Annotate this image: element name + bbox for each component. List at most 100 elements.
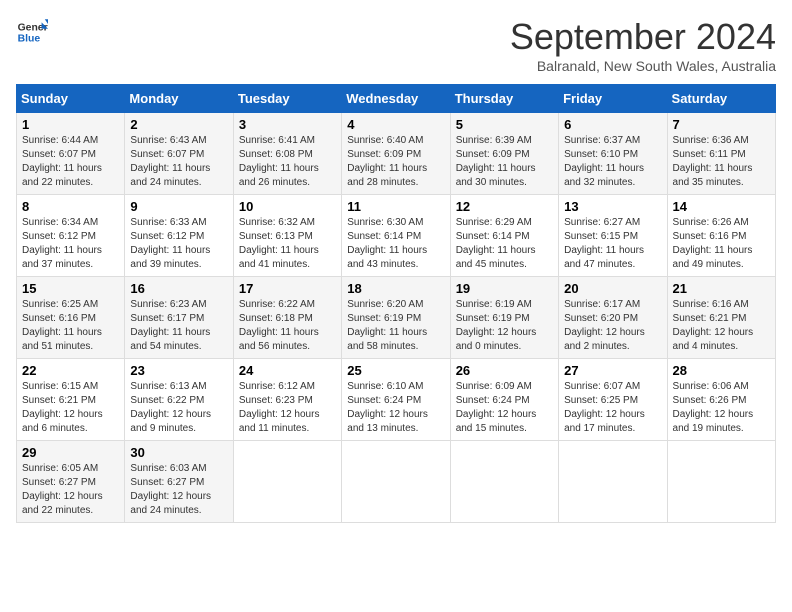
day-number: 21 — [673, 281, 770, 296]
day-number: 22 — [22, 363, 119, 378]
day-info: Sunrise: 6:15 AMSunset: 6:21 PMDaylight:… — [22, 380, 119, 436]
day-number: 9 — [130, 199, 227, 214]
calendar-week-row: 8 Sunrise: 6:34 AMSunset: 6:12 PMDaylight… — [17, 195, 776, 277]
day-number: 20 — [564, 281, 661, 296]
calendar-cell: 15 Sunrise: 6:25 AMSunset: 6:16 PMDayligh… — [17, 277, 125, 359]
day-info: Sunrise: 6:20 AMSunset: 6:19 PMDaylight:… — [347, 298, 444, 354]
day-number: 26 — [456, 363, 553, 378]
day-number: 17 — [239, 281, 336, 296]
calendar-cell: 17 Sunrise: 6:22 AMSunset: 6:18 PMDayligh… — [233, 277, 341, 359]
header-saturday: Saturday — [667, 85, 775, 113]
day-number: 10 — [239, 199, 336, 214]
header: General Blue September 2024 Balranald, N… — [16, 16, 776, 74]
calendar-cell: 5Sunrise: 6:39 AMSunset: 6:09 PMDaylight… — [450, 113, 558, 195]
header-wednesday: Wednesday — [342, 85, 450, 113]
day-number: 11 — [347, 199, 444, 214]
calendar-cell: 26 Sunrise: 6:09 AMSunset: 6:24 PMDayligh… — [450, 359, 558, 441]
day-info: Sunrise: 6:40 AMSunset: 6:09 PMDaylight:… — [347, 134, 444, 190]
day-info: Sunrise: 6:37 AMSunset: 6:10 PMDaylight:… — [564, 134, 661, 190]
day-info: Sunrise: 6:19 AMSunset: 6:19 PMDaylight:… — [456, 298, 553, 354]
calendar-cell: 4 Sunrise: 6:40 AMSunset: 6:09 PMDaylight… — [342, 113, 450, 195]
day-info: Sunrise: 6:34 AMSunset: 6:12 PMDaylight:… — [22, 216, 119, 272]
day-number: 7 — [673, 117, 770, 132]
day-number: 19 — [456, 281, 553, 296]
calendar-table: Sunday Monday Tuesday Wednesday Thursday… — [16, 84, 776, 523]
day-number: 23 — [130, 363, 227, 378]
day-info: Sunrise: 6:03 AMSunset: 6:27 PMDaylight:… — [130, 462, 227, 518]
day-info: Sunrise: 6:07 AMSunset: 6:25 PMDaylight:… — [564, 380, 661, 436]
calendar-cell: 10Sunrise: 6:32 AMSunset: 6:13 PMDayligh… — [233, 195, 341, 277]
logo-icon: General Blue — [16, 16, 48, 48]
day-number: 8 — [22, 199, 119, 214]
day-info: Sunrise: 6:17 AMSunset: 6:20 PMDaylight:… — [564, 298, 661, 354]
day-number: 28 — [673, 363, 770, 378]
calendar-cell: 8 Sunrise: 6:34 AMSunset: 6:12 PMDaylight… — [17, 195, 125, 277]
day-info: Sunrise: 6:25 AMSunset: 6:16 PMDaylight:… — [22, 298, 119, 354]
title-area: September 2024 Balranald, New South Wale… — [510, 16, 776, 74]
day-info: Sunrise: 6:05 AMSunset: 6:27 PMDaylight:… — [22, 462, 119, 518]
calendar-cell: 24Sunrise: 6:12 AMSunset: 6:23 PMDayligh… — [233, 359, 341, 441]
calendar-cell: 2 Sunrise: 6:43 AMSunset: 6:07 PMDaylight… — [125, 113, 233, 195]
month-title: September 2024 — [510, 16, 776, 58]
calendar-cell: 18 Sunrise: 6:20 AMSunset: 6:19 PMDayligh… — [342, 277, 450, 359]
logo: General Blue — [16, 16, 48, 48]
day-number: 6 — [564, 117, 661, 132]
calendar-cell: 11 Sunrise: 6:30 AMSunset: 6:14 PMDayligh… — [342, 195, 450, 277]
calendar-week-row: 1Sunrise: 6:44 AMSunset: 6:07 PMDaylight… — [17, 113, 776, 195]
header-thursday: Thursday — [450, 85, 558, 113]
calendar-cell: 6 Sunrise: 6:37 AMSunset: 6:10 PMDaylight… — [559, 113, 667, 195]
day-number: 14 — [673, 199, 770, 214]
day-info: Sunrise: 6:33 AMSunset: 6:12 PMDaylight:… — [130, 216, 227, 272]
calendar-week-row: 15 Sunrise: 6:25 AMSunset: 6:16 PMDayligh… — [17, 277, 776, 359]
day-number: 12 — [456, 199, 553, 214]
calendar-cell: 16Sunrise: 6:23 AMSunset: 6:17 PMDayligh… — [125, 277, 233, 359]
day-info: Sunrise: 6:41 AMSunset: 6:08 PMDaylight:… — [239, 134, 336, 190]
calendar-cell: 1Sunrise: 6:44 AMSunset: 6:07 PMDaylight… — [17, 113, 125, 195]
calendar-cell: 21Sunrise: 6:16 AMSunset: 6:21 PMDayligh… — [667, 277, 775, 359]
calendar-cell: 28 Sunrise: 6:06 AMSunset: 6:26 PMDayligh… — [667, 359, 775, 441]
calendar-cell — [667, 441, 775, 523]
calendar-header-row: Sunday Monday Tuesday Wednesday Thursday… — [17, 85, 776, 113]
day-info: Sunrise: 6:36 AMSunset: 6:11 PMDaylight:… — [673, 134, 770, 190]
header-tuesday: Tuesday — [233, 85, 341, 113]
calendar-week-row: 29 Sunrise: 6:05 AMSunset: 6:27 PMDayligh… — [17, 441, 776, 523]
day-number: 24 — [239, 363, 336, 378]
header-friday: Friday — [559, 85, 667, 113]
day-number: 15 — [22, 281, 119, 296]
calendar-cell: 30Sunrise: 6:03 AMSunset: 6:27 PMDayligh… — [125, 441, 233, 523]
day-info: Sunrise: 6:10 AMSunset: 6:24 PMDaylight:… — [347, 380, 444, 436]
day-number: 2 — [130, 117, 227, 132]
day-number: 29 — [22, 445, 119, 460]
day-number: 4 — [347, 117, 444, 132]
calendar-cell: 12Sunrise: 6:29 AMSunset: 6:14 PMDayligh… — [450, 195, 558, 277]
calendar-cell: 23 Sunrise: 6:13 AMSunset: 6:22 PMDayligh… — [125, 359, 233, 441]
calendar-cell: 9 Sunrise: 6:33 AMSunset: 6:12 PMDaylight… — [125, 195, 233, 277]
day-info: Sunrise: 6:27 AMSunset: 6:15 PMDaylight:… — [564, 216, 661, 272]
day-number: 13 — [564, 199, 661, 214]
day-info: Sunrise: 6:06 AMSunset: 6:26 PMDaylight:… — [673, 380, 770, 436]
day-number: 3 — [239, 117, 336, 132]
svg-text:Blue: Blue — [18, 34, 41, 45]
day-number: 18 — [347, 281, 444, 296]
day-info: Sunrise: 6:44 AMSunset: 6:07 PMDaylight:… — [22, 134, 119, 190]
day-info: Sunrise: 6:09 AMSunset: 6:24 PMDaylight:… — [456, 380, 553, 436]
day-info: Sunrise: 6:43 AMSunset: 6:07 PMDaylight:… — [130, 134, 227, 190]
day-info: Sunrise: 6:13 AMSunset: 6:22 PMDaylight:… — [130, 380, 227, 436]
calendar-cell — [450, 441, 558, 523]
calendar-cell: 7 Sunrise: 6:36 AMSunset: 6:11 PMDaylight… — [667, 113, 775, 195]
location-subtitle: Balranald, New South Wales, Australia — [510, 58, 776, 74]
calendar-cell: 3 Sunrise: 6:41 AMSunset: 6:08 PMDaylight… — [233, 113, 341, 195]
calendar-cell: 25Sunrise: 6:10 AMSunset: 6:24 PMDayligh… — [342, 359, 450, 441]
calendar-cell: 13 Sunrise: 6:27 AMSunset: 6:15 PMDayligh… — [559, 195, 667, 277]
calendar-cell: 14Sunrise: 6:26 AMSunset: 6:16 PMDayligh… — [667, 195, 775, 277]
header-monday: Monday — [125, 85, 233, 113]
calendar-cell — [559, 441, 667, 523]
day-info: Sunrise: 6:22 AMSunset: 6:18 PMDaylight:… — [239, 298, 336, 354]
calendar-cell: 20 Sunrise: 6:17 AMSunset: 6:20 PMDayligh… — [559, 277, 667, 359]
day-info: Sunrise: 6:39 AMSunset: 6:09 PMDaylight:… — [456, 134, 553, 190]
day-info: Sunrise: 6:30 AMSunset: 6:14 PMDaylight:… — [347, 216, 444, 272]
day-info: Sunrise: 6:23 AMSunset: 6:17 PMDaylight:… — [130, 298, 227, 354]
calendar-cell — [342, 441, 450, 523]
calendar-cell: 19 Sunrise: 6:19 AMSunset: 6:19 PMDayligh… — [450, 277, 558, 359]
header-sunday: Sunday — [17, 85, 125, 113]
